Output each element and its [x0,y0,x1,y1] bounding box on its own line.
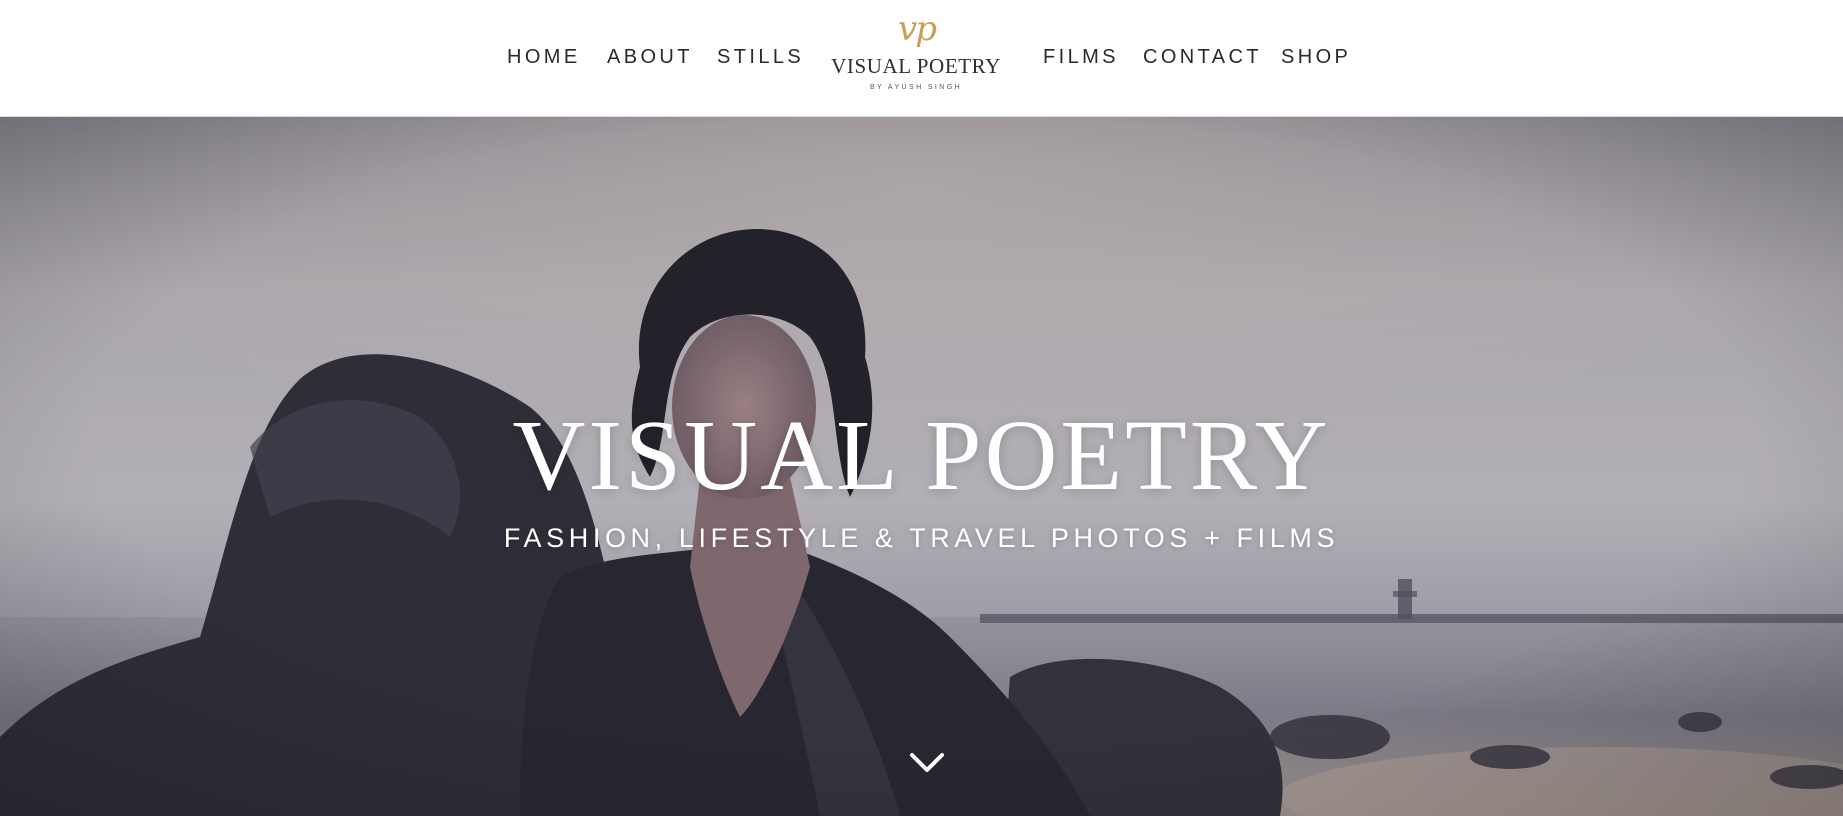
hero-section: VISUAL POETRY FASHION, LIFESTYLE & TRAVE… [0,117,1843,816]
nav-contact-link[interactable]: CONTACT [1143,44,1262,70]
chevron-down-icon[interactable] [904,747,950,779]
site-logo[interactable]: vp VISUAL POETRY BY AYUSH SINGH [826,12,1006,98]
hero-subtitle: FASHION, LIFESTYLE & TRAVEL PHOTOS + FIL… [503,523,1340,553]
nav-stills-link[interactable]: STILLS [717,44,804,70]
logo-monogram: vp [898,9,937,49]
nav-home-link[interactable]: HOME [507,44,581,70]
logo-name: VISUAL POETRY [831,54,1001,78]
nav-about-link[interactable]: ABOUT [607,44,693,70]
nav-shop-link[interactable]: SHOP [1281,44,1351,70]
nav-films-link[interactable]: FILMS [1043,44,1119,70]
logo-byline: BY AYUSH SINGH [869,84,963,91]
hero-title: VISUAL POETRY [512,399,1331,511]
site-header: HOME ABOUT STILLS vp VISUAL POETRY BY AY… [0,0,1843,117]
